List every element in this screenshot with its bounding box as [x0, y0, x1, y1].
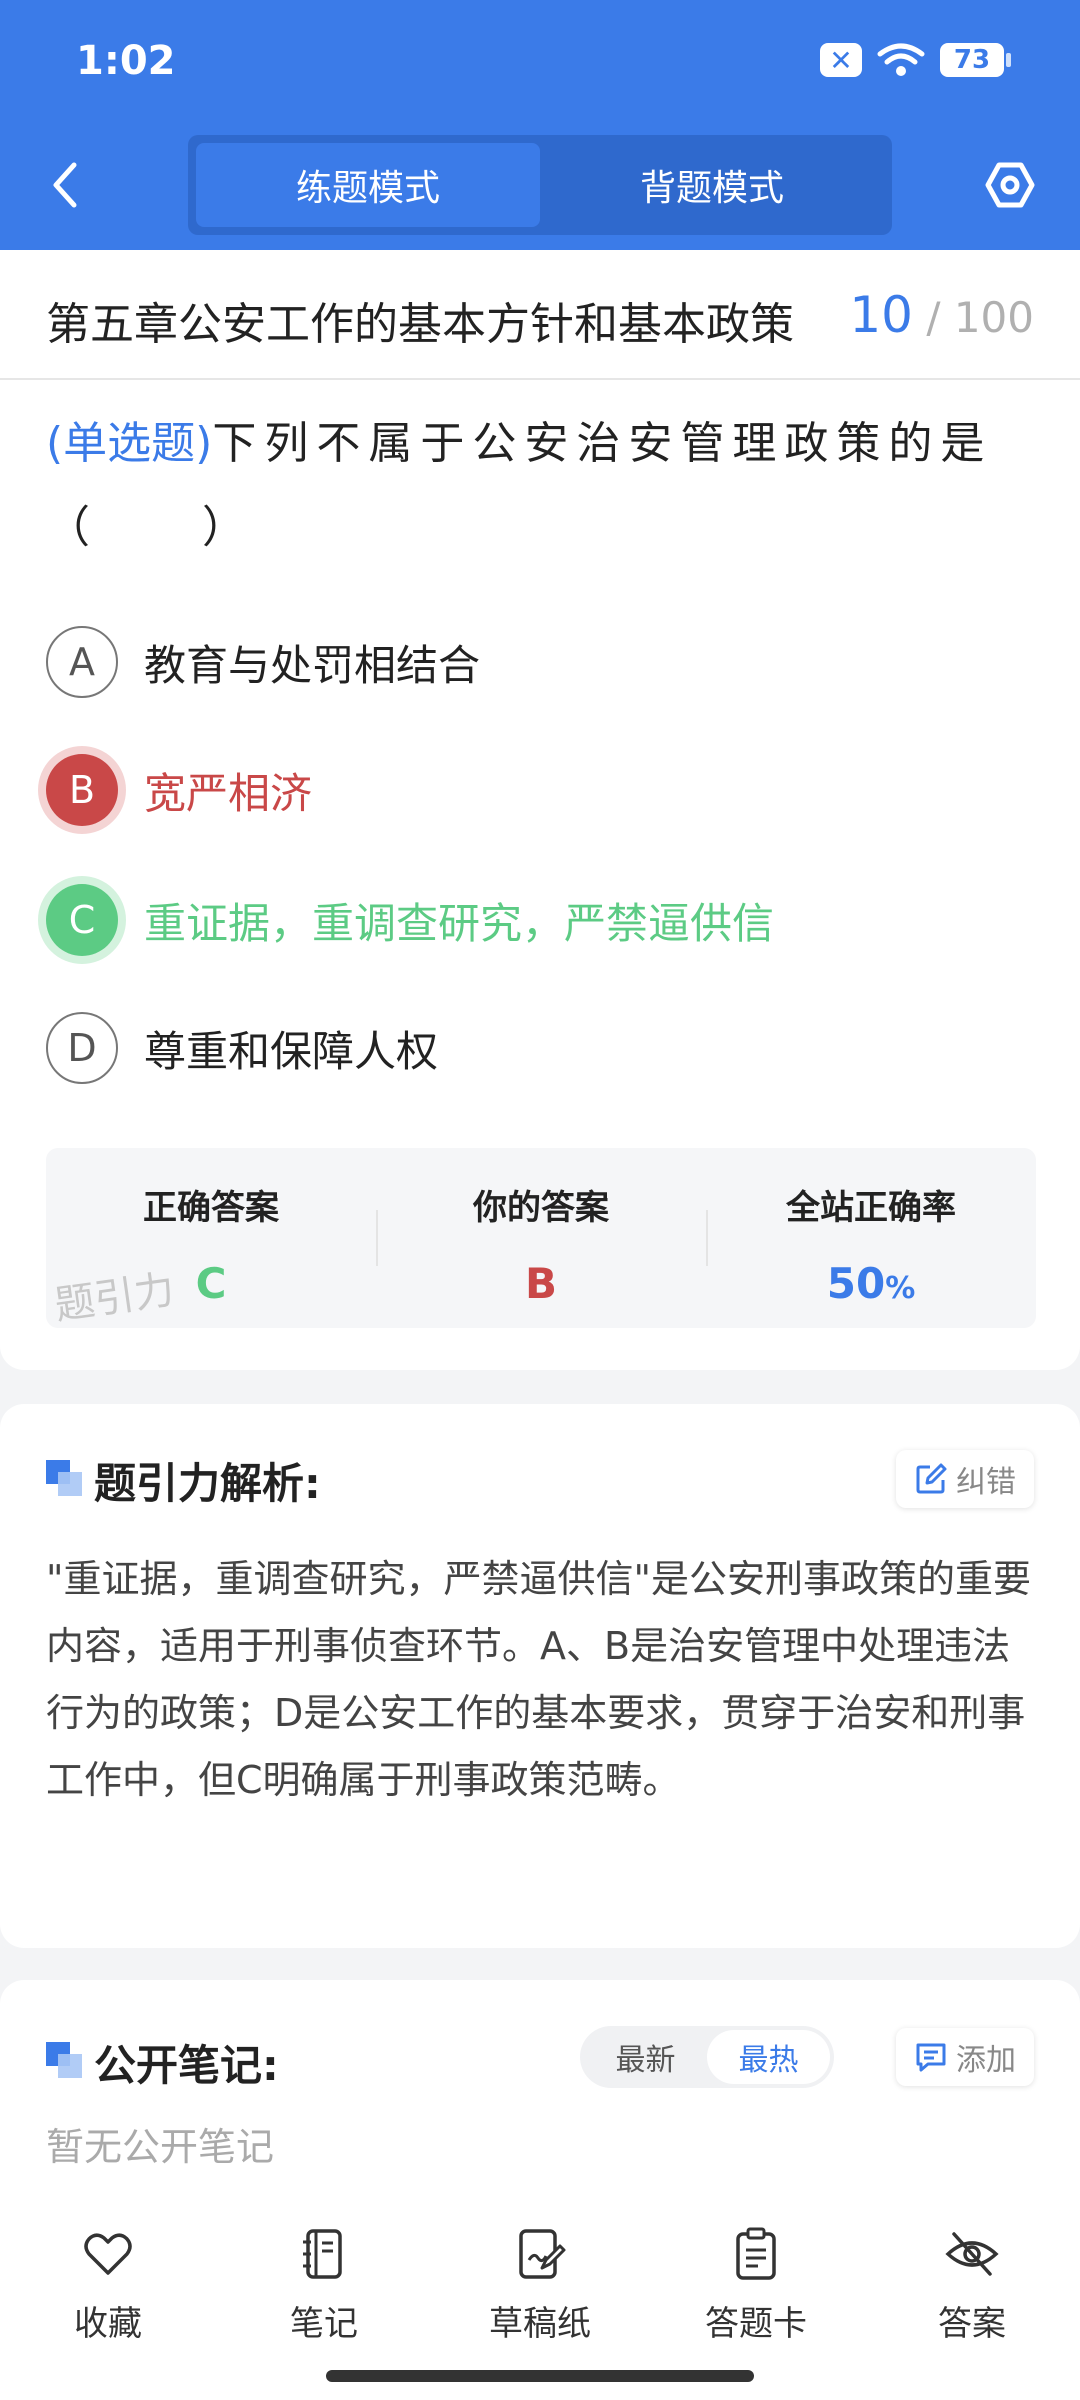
option-d[interactable]: D 尊重和保障人权 — [46, 1008, 1036, 1088]
empty-notes-text: 暂无公开笔记 — [46, 2125, 275, 2169]
option-text: 宽严相济 — [144, 768, 313, 818]
analysis-title: 题引力解析: — [94, 1459, 321, 1508]
status-icons: ✕ 73 — [820, 42, 1011, 78]
notebook-icon — [303, 2229, 342, 2279]
accuracy-col: 全站正确率 50% — [706, 1148, 1036, 1328]
add-note-label: 添加 — [956, 2043, 1016, 2078]
your-answer-col: 你的答案 B — [376, 1148, 706, 1328]
your-answer-value: B — [524, 1259, 557, 1308]
mode-toggle: 练题模式 背题模式 — [188, 135, 892, 235]
question-progress[interactable]: 10 / 100 — [849, 286, 1034, 344]
edit-icon — [916, 1463, 947, 1494]
section-marker-icon — [46, 2042, 82, 2078]
option-text: 尊重和保障人权 — [144, 1026, 439, 1076]
comment-icon — [916, 2043, 946, 2072]
option-b[interactable]: B 宽严相济 — [46, 750, 1036, 830]
battery-icon: 73 — [940, 43, 1011, 77]
heart-icon — [84, 2233, 132, 2275]
option-c[interactable]: C 重证据，重调查研究，严禁逼供信 — [46, 880, 1036, 960]
answer-sheet-icon — [736, 2227, 776, 2280]
accuracy-number: 50 — [826, 1259, 886, 1308]
progress-total: / 100 — [926, 293, 1034, 342]
nav-label: 草稿纸 — [489, 2304, 591, 2344]
question-type: (单选题) — [46, 418, 213, 469]
add-note-button[interactable]: 添加 — [896, 2028, 1034, 2086]
correct-answer-value: C — [195, 1259, 227, 1308]
accuracy-value: 50% — [827, 1259, 916, 1308]
notes-title: 公开笔记: — [94, 2041, 279, 2090]
nav-label: 答案 — [938, 2304, 1006, 2344]
option-text: 重证据，重调查研究，严禁逼供信 — [144, 898, 775, 948]
report-error-label: 纠错 — [956, 1465, 1016, 1500]
option-letter: B — [46, 754, 118, 826]
tab-practice-mode[interactable]: 练题模式 — [196, 143, 540, 227]
your-answer-label: 你的答案 — [473, 1188, 609, 1228]
chevron-left-icon — [53, 162, 77, 208]
chapter-row: 第五章公安工作的基本方针和基本政策 10 / 100 — [0, 250, 1080, 380]
accuracy-unit: % — [885, 1271, 916, 1306]
nav-show-answer[interactable]: 答案 — [864, 2200, 1080, 2400]
settings-icon — [985, 162, 1035, 208]
draft-paper-icon — [519, 2229, 566, 2279]
accuracy-label: 全站正确率 — [786, 1188, 956, 1228]
analysis-card: 题引力解析: 纠错 "重证据，重调查研究，严禁逼供信"是公安刑事政策的重要内容，… — [0, 1404, 1080, 1948]
option-letter: D — [46, 1012, 118, 1084]
nav-label: 收藏 — [74, 2304, 142, 2344]
question-text-block: (单选题)下列不属于公安治安管理政策的是（ ） — [46, 402, 1036, 570]
nav-label: 笔记 — [290, 2304, 358, 2344]
nav-favorite[interactable]: 收藏 — [0, 2200, 216, 2400]
home-indicator[interactable] — [326, 2370, 754, 2382]
no-sim-icon: ✕ — [820, 43, 862, 77]
app-header: 1:02 ✕ 73 练题模式 背题模式 — [0, 0, 1080, 250]
notes-card: 公开笔记: 最新 最热 添加 暂无公开笔记 — [0, 1980, 1080, 2200]
progress-current: 10 — [849, 286, 913, 344]
tab-memorize-mode[interactable]: 背题模式 — [540, 143, 884, 227]
sort-tab-newest[interactable]: 最新 — [584, 2030, 707, 2084]
nav-label: 答题卡 — [705, 2304, 807, 2344]
option-text: 教育与处罚相结合 — [144, 640, 481, 690]
option-a[interactable]: A 教育与处罚相结合 — [46, 622, 1036, 702]
status-time: 1:02 — [76, 38, 176, 84]
eye-off-icon — [945, 2232, 999, 2276]
notes-sort-toggle: 最新 最热 — [580, 2026, 834, 2088]
analysis-text: "重证据，重调查研究，严禁逼供信"是公安刑事政策的重要内容，适用于刑事侦查环节。… — [46, 1557, 1031, 1802]
settings-button[interactable] — [980, 155, 1040, 215]
chapter-title: 第五章公安工作的基本方针和基本政策 — [46, 299, 794, 350]
answer-summary: 正确答案 C 你的答案 B 全站正确率 50% — [46, 1148, 1036, 1328]
correct-answer-label: 正确答案 — [143, 1188, 279, 1228]
wifi-icon — [877, 43, 925, 76]
option-letter: C — [46, 884, 118, 956]
report-error-button[interactable]: 纠错 — [896, 1450, 1034, 1508]
option-letter: A — [46, 626, 118, 698]
sort-tab-hottest[interactable]: 最热 — [707, 2030, 830, 2084]
back-button[interactable] — [40, 155, 90, 215]
section-marker-icon — [46, 1460, 82, 1496]
question-card: 第五章公安工作的基本方针和基本政策 10 / 100 (单选题)下列不属于公安治… — [0, 250, 1080, 1370]
